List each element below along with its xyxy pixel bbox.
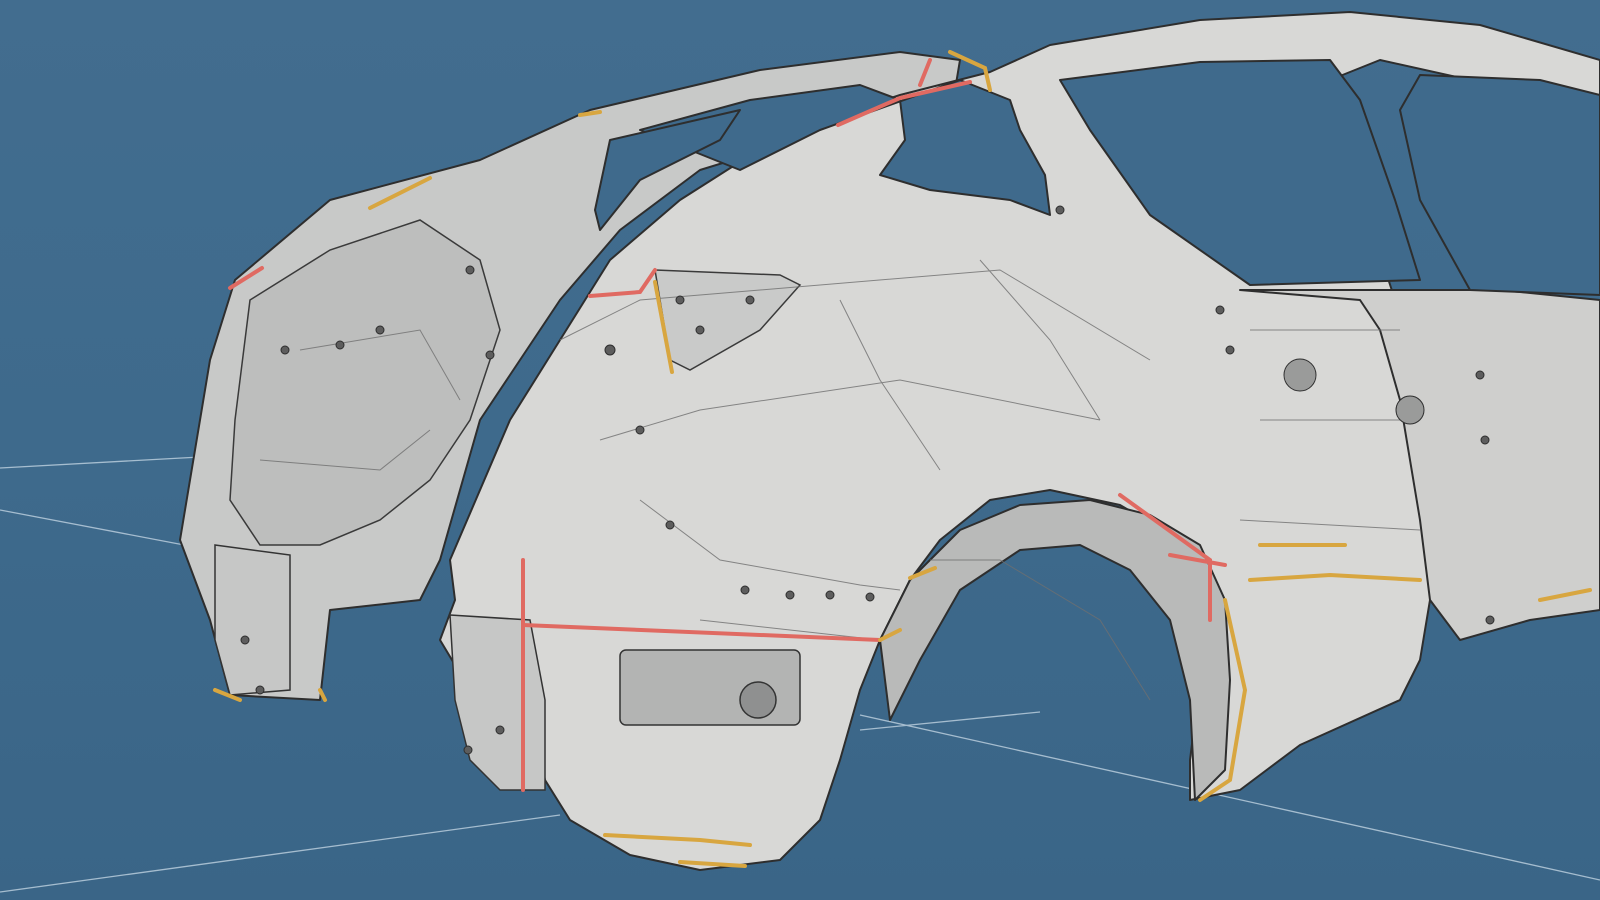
far-window-opening xyxy=(1399,74,1600,296)
hole xyxy=(604,344,616,356)
grid-line xyxy=(0,509,201,549)
lower-panel-hole xyxy=(739,681,777,719)
hole xyxy=(745,295,755,305)
hole xyxy=(825,590,835,600)
hole xyxy=(335,340,345,350)
grid-line xyxy=(0,814,561,893)
grid-line xyxy=(0,456,201,469)
hole xyxy=(1475,370,1485,380)
hole xyxy=(695,325,705,335)
hole xyxy=(1215,305,1225,315)
hole xyxy=(785,590,795,600)
hole xyxy=(665,520,675,530)
hole xyxy=(1225,345,1235,355)
3d-viewport[interactable] xyxy=(0,0,1600,900)
hole xyxy=(1055,205,1065,215)
hole xyxy=(495,725,505,735)
rear-corner-panel-far xyxy=(214,544,291,696)
hole xyxy=(465,265,475,275)
hole xyxy=(485,350,495,360)
rear-corner-panel-near xyxy=(449,614,546,791)
hole xyxy=(375,325,385,335)
hole xyxy=(675,295,685,305)
hole xyxy=(740,585,750,595)
hole xyxy=(1485,615,1495,625)
hole xyxy=(1480,435,1490,445)
hole xyxy=(255,685,265,695)
hole xyxy=(635,425,645,435)
lower-panel-cutout xyxy=(619,649,801,726)
hole xyxy=(463,745,473,755)
hole xyxy=(280,345,290,355)
hole xyxy=(1283,358,1317,392)
hole xyxy=(865,592,875,602)
hole xyxy=(240,635,250,645)
hole xyxy=(1395,395,1425,425)
car-body-scene xyxy=(0,11,1600,893)
